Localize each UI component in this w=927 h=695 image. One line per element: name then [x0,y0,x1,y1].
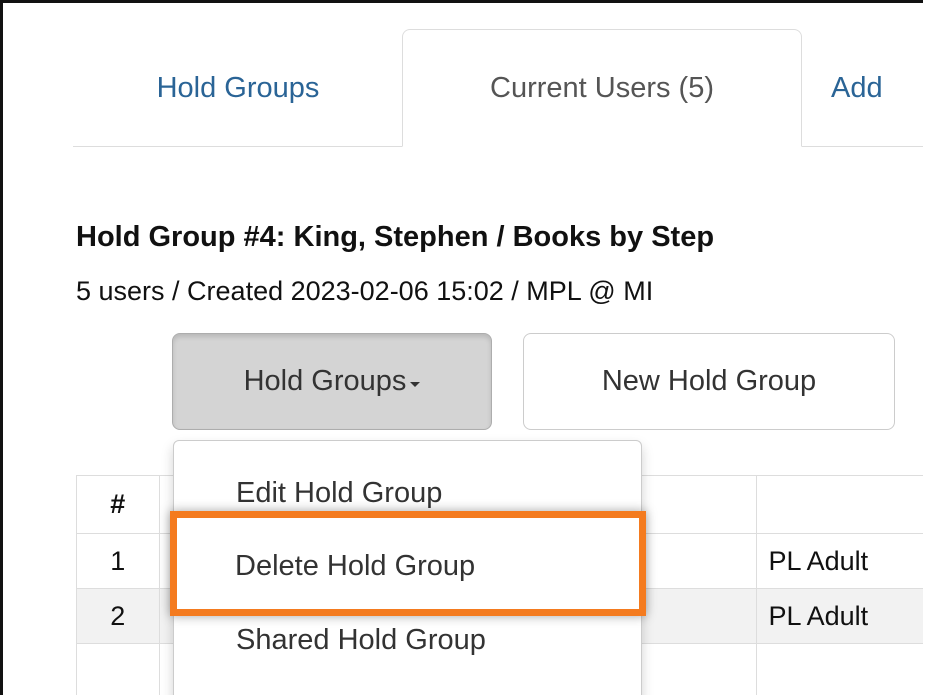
menu-item-delete-hold-group[interactable]: Delete Hold Group [235,550,475,583]
menu-item-edit-hold-group[interactable]: Edit Hold Group [236,477,442,510]
tab-add[interactable]: Add [831,29,923,147]
tab-hold-groups[interactable]: Hold Groups [98,29,378,147]
row-number: 2 [76,588,160,644]
table-header-num: # [76,475,160,534]
table-header-lib [755,475,923,534]
tab-hold-groups-label: Hold Groups [156,71,320,104]
hold-group-title: Hold Group #4: King, Stephen / Books by … [76,221,715,253]
row-library: PL Adult [755,588,923,644]
hold-groups-dropdown-button[interactable]: Hold Groups [172,333,492,430]
hold-group-meta: 5 users / Created 2023-02-06 15:02 / MPL… [76,276,654,306]
row-number [76,643,160,695]
page-frame: Hold Groups Current Users (5) Add Hold G… [0,0,923,695]
hold-groups-button-label: Hold Groups [243,365,407,397]
tab-current-users[interactable]: Current Users (5) [402,29,802,147]
new-hold-group-label: New Hold Group [601,365,817,397]
tab-add-label: Add [831,71,883,104]
new-hold-group-button[interactable]: New Hold Group [523,333,895,430]
row-library: PL Adult [755,533,923,589]
row-number: 1 [76,533,160,589]
caret-down-icon [410,382,421,387]
tab-current-users-label: Current Users (5) [490,71,714,104]
row-library [755,643,923,695]
menu-item-shared-hold-group[interactable]: Shared Hold Group [236,624,486,657]
